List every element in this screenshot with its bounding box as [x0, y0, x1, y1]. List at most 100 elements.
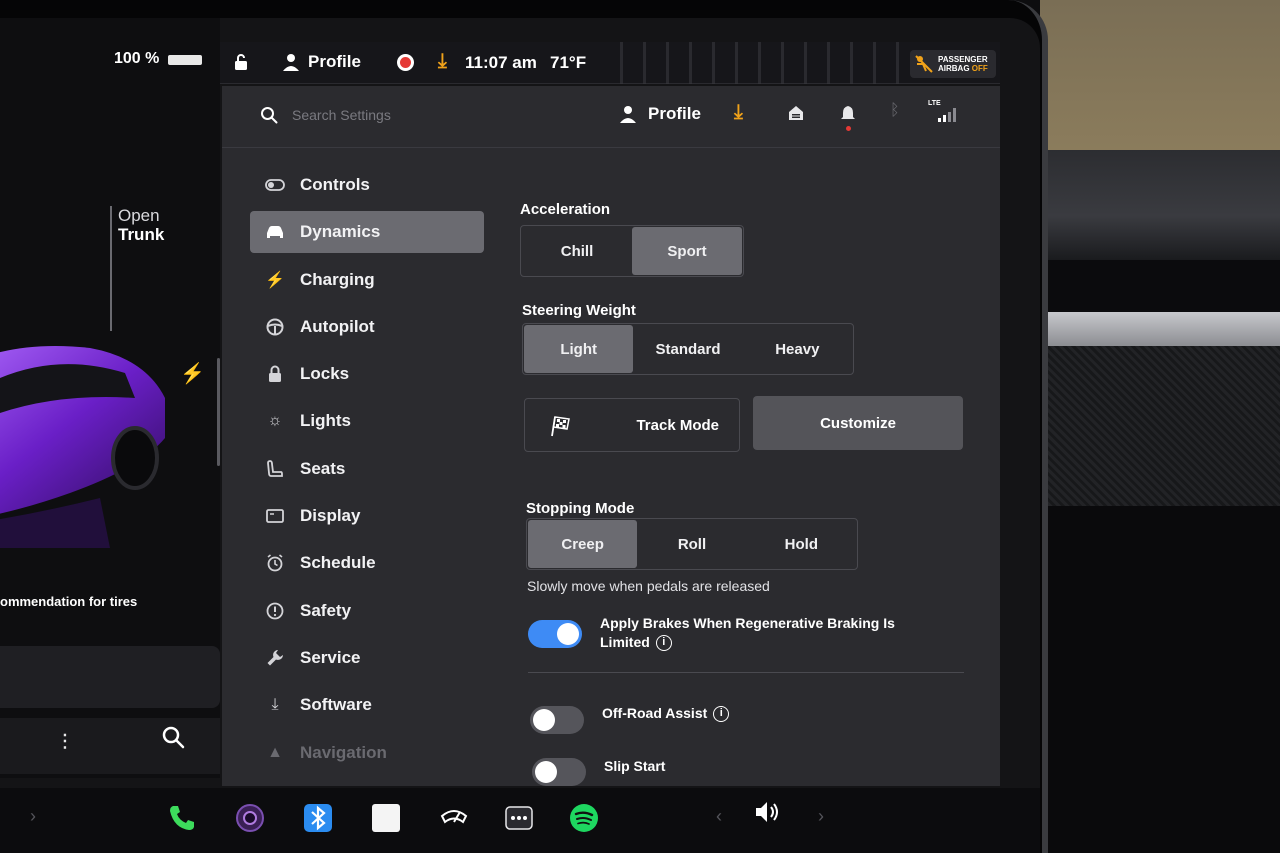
nav-label: Schedule	[300, 553, 376, 573]
apply-brakes-toggle[interactable]	[528, 620, 582, 648]
stopping-mode-selector: Creep Roll Hold	[526, 518, 858, 570]
record-icon[interactable]	[397, 54, 414, 71]
open-trunk-button[interactable]: Open Trunk	[118, 206, 164, 244]
search-settings-input[interactable]	[292, 102, 542, 128]
volume-down-arrow-icon[interactable]: ‹	[716, 806, 722, 827]
display-icon	[264, 505, 286, 527]
toggle-knob	[533, 709, 555, 731]
dashboard-lower	[1040, 506, 1280, 853]
profile-icon[interactable]	[620, 105, 636, 123]
nav-item-display[interactable]: Display	[250, 495, 484, 537]
seat-icon	[264, 458, 286, 480]
app-dock: › ‹ ›	[0, 788, 1040, 853]
nav-label: Locks	[300, 364, 350, 384]
nav-label: Dynamics	[300, 222, 381, 242]
nav-label: Charging	[300, 269, 375, 289]
car-controls-row	[0, 718, 220, 774]
nav-item-autopilot[interactable]: Autopilot	[250, 306, 484, 348]
stopping-mode-label: Stopping Mode	[526, 500, 635, 517]
steering-weight-label: Steering Weight	[522, 302, 636, 319]
tire-recommendation-text: ommendation for tires	[0, 594, 138, 609]
slip-start-toggle[interactable]	[532, 758, 586, 786]
unlock-icon[interactable]	[232, 53, 250, 71]
alert-circle-icon	[264, 600, 286, 622]
track-mode-button[interactable]: Track Mode	[524, 398, 740, 452]
section-divider	[528, 672, 964, 673]
nav-item-controls[interactable]: Controls	[250, 164, 484, 206]
bluetooth-app-icon[interactable]	[302, 802, 334, 834]
charge-port-icon[interactable]: ⚡	[180, 361, 205, 386]
cellular-signal-icon: LTE	[928, 100, 958, 124]
volume-up-arrow-icon[interactable]: ›	[818, 806, 824, 827]
apply-brakes-label: Apply Brakes When Regenerative Braking I…	[600, 615, 895, 652]
settings-header: Profile ⤓ ᛒ LTE	[222, 86, 1000, 148]
nav-item-seats[interactable]: Seats	[250, 448, 484, 490]
status-profile-label[interactable]: Profile	[308, 52, 361, 72]
garage-icon[interactable]	[788, 105, 804, 121]
car-icon	[264, 221, 286, 243]
battery-percent: 100 %	[114, 50, 160, 67]
dashboard-trim	[1040, 312, 1280, 346]
chevron-left-icon[interactable]: ›	[30, 806, 36, 827]
steering-light-button[interactable]: Light	[524, 325, 634, 373]
trunk-pointer-line	[110, 206, 112, 331]
acceleration-sport-button[interactable]: Sport	[632, 227, 742, 275]
car-panel-card[interactable]	[0, 646, 220, 708]
spotify-icon[interactable]	[568, 802, 600, 834]
stopping-hold-button[interactable]: Hold	[747, 520, 856, 568]
nav-item-charging[interactable]: ⚡ Charging	[250, 259, 484, 301]
signal-bars-icon	[938, 108, 956, 122]
nav-item-dynamics[interactable]: Dynamics	[250, 211, 484, 254]
nav-label: Safety	[300, 600, 352, 620]
nav-label: Software	[300, 695, 372, 715]
notes-icon[interactable]	[370, 802, 402, 834]
volume-icon[interactable]	[752, 796, 784, 828]
open-label: Open	[118, 206, 160, 225]
header-profile-label[interactable]: Profile	[648, 104, 701, 124]
status-bar: Profile ⤓ 11:07 am 71°F PASSENGER AIRBAG…	[220, 42, 1000, 84]
more-apps-icon[interactable]	[503, 802, 535, 834]
battery-icon	[168, 55, 202, 65]
nav-label: Service	[300, 647, 361, 667]
notification-dot	[846, 126, 851, 131]
acceleration-chill-button[interactable]: Chill	[522, 227, 632, 275]
info-icon[interactable]: i	[713, 706, 730, 723]
nav-item-lights[interactable]: ☼ Lights	[250, 400, 484, 442]
stopping-creep-button[interactable]: Creep	[528, 520, 638, 568]
nav-item-software[interactable]: ⤓ Software	[250, 684, 484, 726]
info-icon[interactable]: i	[655, 635, 672, 652]
settings-window: Profile ⤓ ᛒ LTE	[222, 86, 1000, 786]
sun-icon: ☼	[267, 412, 283, 430]
download-icon[interactable]: ⤓	[734, 101, 743, 124]
search-icon[interactable]	[160, 724, 186, 750]
stopping-roll-button[interactable]: Roll	[637, 520, 746, 568]
steering-weight-selector: Light Standard Heavy	[522, 323, 854, 375]
clock-time: 11:07 am	[465, 53, 537, 72]
nav-item-schedule[interactable]: Schedule	[250, 542, 484, 584]
bolt-icon: ⚡	[265, 271, 285, 289]
toggle-icon	[264, 174, 286, 196]
bluetooth-icon[interactable]: ᛒ	[890, 102, 900, 120]
outside-temperature: 71°F	[550, 53, 587, 72]
wiper-icon[interactable]	[438, 802, 470, 834]
nav-item-locks[interactable]: Locks	[250, 353, 484, 395]
steering-wheel-icon	[264, 316, 286, 338]
download-icon[interactable]: ⤓	[438, 50, 447, 73]
bell-icon[interactable]	[840, 105, 856, 123]
nav-item-safety[interactable]: Safety	[250, 590, 484, 632]
steering-heavy-button[interactable]: Heavy	[743, 325, 852, 373]
slip-start-label: Slip Start	[604, 758, 666, 774]
carbon-fiber-panel	[1040, 346, 1280, 506]
nav-label: Seats	[300, 458, 346, 478]
profile-icon[interactable]	[282, 52, 300, 72]
customize-button[interactable]: Customize	[753, 396, 963, 450]
nav-item-navigation[interactable]: ▲ Navigation	[250, 732, 484, 774]
adjust-sliders-icon[interactable]: ⫶	[62, 730, 68, 756]
nav-item-service[interactable]: Service	[250, 637, 484, 679]
steering-standard-button[interactable]: Standard	[633, 325, 742, 373]
off-road-assist-toggle[interactable]	[530, 706, 584, 734]
airbag-icon	[915, 55, 933, 73]
phone-icon[interactable]	[166, 802, 198, 834]
camera-icon[interactable]	[234, 802, 266, 834]
garage-wall	[1040, 0, 1280, 150]
